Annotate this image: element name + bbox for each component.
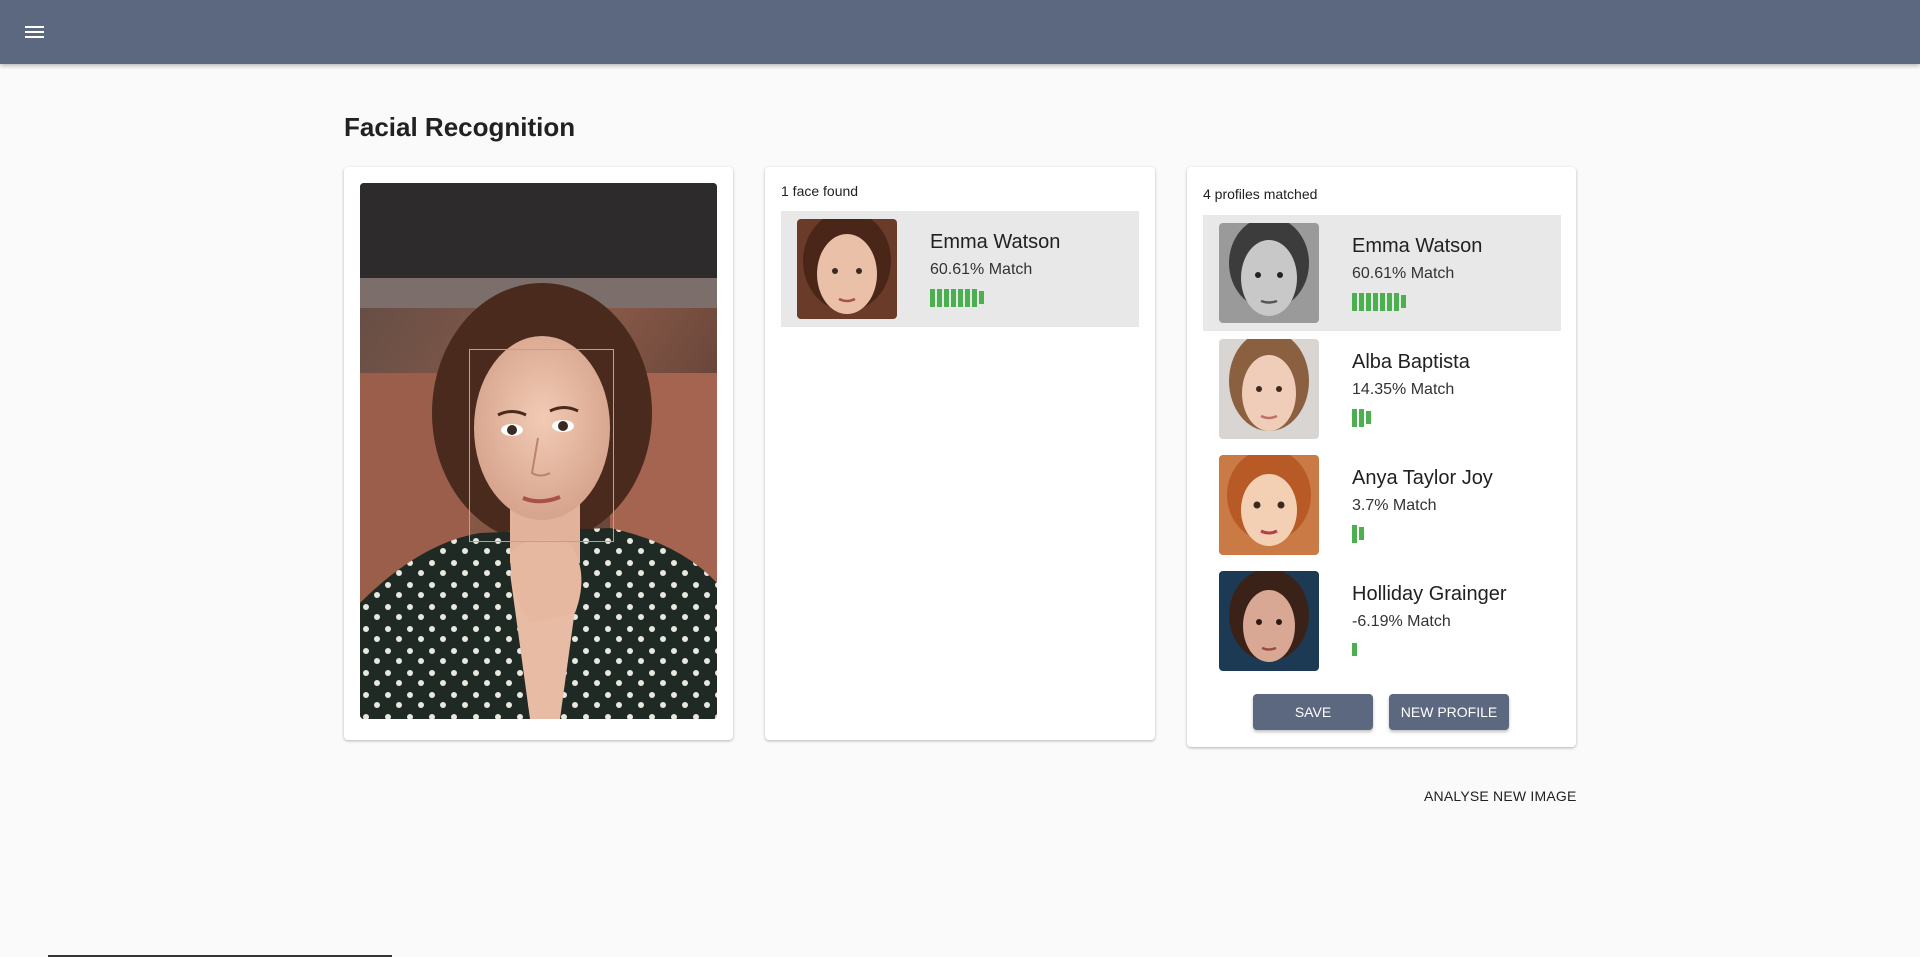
profile-thumbnail xyxy=(1219,223,1319,323)
image-card xyxy=(344,167,733,740)
page-title: Facial Recognition xyxy=(344,112,576,142)
profile-thumbnail xyxy=(1219,455,1319,555)
profile-name: Holliday Grainger xyxy=(1352,583,1507,605)
match-strength-bars xyxy=(930,289,984,307)
face-match: 60.61% Match xyxy=(930,261,1033,278)
profile-row[interactable]: Emma Watson 60.61% Match xyxy=(1203,215,1561,331)
profile-match: 60.61% Match xyxy=(1352,265,1455,282)
profile-row[interactable]: Anya Taylor Joy 3.7% Match xyxy=(1203,447,1561,563)
app-bar xyxy=(0,0,1920,64)
profile-row[interactable]: Holliday Grainger -6.19% Match xyxy=(1203,563,1561,679)
profile-thumbnail xyxy=(1219,571,1319,671)
analysed-photo xyxy=(360,183,717,719)
profiles-count-label: 4 profiles matched xyxy=(1203,186,1318,202)
profiles-card: 4 profiles matched Emma Watson 60.61% Ma… xyxy=(1187,167,1576,747)
faces-count-label: 1 face found xyxy=(781,183,859,199)
profile-name: Alba Baptista xyxy=(1352,351,1470,373)
face-detection-box[interactable] xyxy=(469,349,614,542)
profile-name: Emma Watson xyxy=(1352,235,1483,257)
face-name: Emma Watson xyxy=(930,231,1061,253)
profile-name: Anya Taylor Joy xyxy=(1352,467,1493,489)
match-strength-bars xyxy=(1352,525,1364,543)
new-profile-button[interactable]: NEW PROFILE xyxy=(1389,694,1509,730)
match-strength-bars xyxy=(1352,641,1357,659)
analyse-new-image-button[interactable]: ANALYSE NEW IMAGE xyxy=(1424,788,1577,804)
profile-match: 3.7% Match xyxy=(1352,497,1437,514)
profile-match: 14.35% Match xyxy=(1352,381,1455,398)
face-result-row[interactable]: Emma Watson 60.61% Match xyxy=(781,211,1139,327)
face-thumbnail xyxy=(797,219,897,319)
match-strength-bars xyxy=(1352,409,1371,427)
match-strength-bars xyxy=(1352,293,1406,311)
faces-card: 1 face found Emma Watson 60.61% Match xyxy=(765,167,1155,740)
profile-match: -6.19% Match xyxy=(1352,613,1451,630)
save-button[interactable]: SAVE xyxy=(1253,694,1373,730)
profile-thumbnail xyxy=(1219,339,1319,439)
hamburger-menu-icon[interactable] xyxy=(20,18,50,46)
profile-row[interactable]: Alba Baptista 14.35% Match xyxy=(1203,331,1561,447)
